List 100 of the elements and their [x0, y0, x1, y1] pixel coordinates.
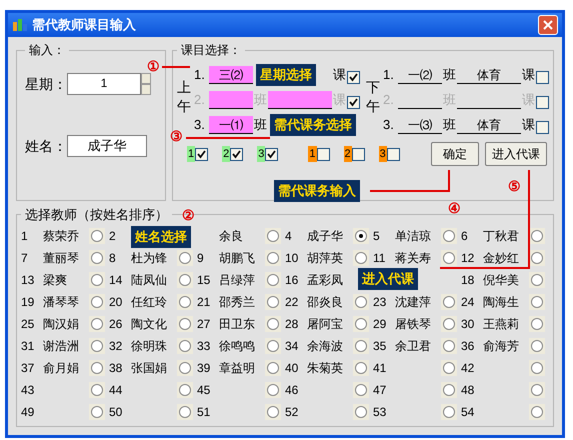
radio-button[interactable]: [441, 338, 457, 354]
class-field[interactable]: 三⑵: [209, 66, 253, 84]
radio-button[interactable]: [353, 316, 369, 332]
teacher-number: 53: [373, 404, 388, 420]
radio-button[interactable]: [441, 316, 457, 332]
radio-button[interactable]: [89, 316, 105, 332]
radio-button[interactable]: [89, 228, 105, 244]
radio-button[interactable]: [265, 360, 281, 376]
radio-button[interactable]: [441, 382, 457, 398]
radio-button[interactable]: [353, 228, 369, 244]
class-field[interactable]: 一⑶: [398, 116, 442, 134]
teacher-number: 13: [21, 272, 36, 288]
radio-button[interactable]: [353, 338, 369, 354]
teacher-number: 14: [109, 272, 124, 288]
class-field[interactable]: 一⑴: [209, 116, 253, 134]
teacher-name: 张国娟: [131, 360, 168, 376]
lesson-label: 课: [521, 116, 536, 134]
radio-button[interactable]: [177, 294, 193, 310]
checkbox[interactable]: [386, 148, 400, 160]
teacher-number: 7: [21, 250, 29, 266]
row-number: 1.: [193, 66, 206, 84]
teacher-name: 蒋关寿: [395, 250, 432, 266]
radio-button[interactable]: [177, 404, 193, 420]
teacher-name: 任红玲: [131, 294, 168, 310]
checkbox[interactable]: [352, 148, 365, 160]
checkbox[interactable]: [536, 71, 549, 84]
dialog-button[interactable]: 确定: [431, 142, 479, 166]
radio-button[interactable]: [177, 360, 193, 376]
radio-button[interactable]: [441, 360, 457, 376]
checkbox[interactable]: [347, 71, 360, 84]
radio-button[interactable]: [177, 272, 193, 288]
radio-button[interactable]: [177, 316, 193, 332]
radio-button[interactable]: [353, 294, 369, 310]
checkbox[interactable]: [316, 148, 330, 160]
radio-button[interactable]: [265, 272, 281, 288]
radio-button[interactable]: [529, 382, 545, 398]
radio-button[interactable]: [353, 404, 369, 420]
class-field[interactable]: 一⑵: [398, 66, 442, 84]
radio-button[interactable]: [441, 228, 457, 244]
radio-button[interactable]: [265, 250, 281, 266]
teacher-name: 陶汉娟: [43, 316, 80, 332]
radio-button[interactable]: [353, 360, 369, 376]
radio-button[interactable]: [265, 338, 281, 354]
teacher-number: 52: [285, 404, 300, 420]
teacher-name: 陶文化: [131, 316, 168, 332]
teacher-name: 章益明: [219, 360, 256, 376]
check-icon: [232, 150, 242, 158]
radio-button[interactable]: [529, 250, 545, 266]
radio-button[interactable]: [529, 338, 545, 354]
lesson-label: 课: [332, 90, 347, 108]
group-title: 课目选择：: [180, 42, 242, 59]
teacher-name: 朱菊英: [307, 360, 344, 376]
radio-button[interactable]: [89, 294, 105, 310]
radio-button[interactable]: [265, 316, 281, 332]
teacher-number: 37: [21, 360, 36, 376]
radio-button[interactable]: [89, 382, 105, 398]
radio-button[interactable]: [89, 404, 105, 420]
name-field[interactable]: 成子华: [67, 135, 147, 157]
checkbox[interactable]: [195, 148, 208, 160]
subject-field[interactable]: [268, 91, 332, 109]
checkbox[interactable]: [230, 148, 244, 160]
radio-button[interactable]: [89, 272, 105, 288]
dialog-button[interactable]: 进入代课: [485, 142, 547, 166]
radio-button[interactable]: [441, 250, 457, 266]
radio-button[interactable]: [529, 272, 545, 288]
radio-button[interactable]: [177, 338, 193, 354]
radio-button[interactable]: [441, 294, 457, 310]
period-tag: 1: [308, 146, 316, 162]
radio-button[interactable]: [177, 382, 193, 398]
checkbox[interactable]: [536, 121, 549, 134]
teacher-number: 4: [285, 228, 293, 244]
radio-button[interactable]: [529, 316, 545, 332]
teacher-name: 金妙红: [483, 250, 520, 266]
radio-button[interactable]: [353, 250, 369, 266]
row-number: 2.: [193, 90, 206, 108]
radio-button[interactable]: [89, 338, 105, 354]
radio-button[interactable]: [265, 294, 281, 310]
radio-button[interactable]: [529, 228, 545, 244]
teacher-name: 倪华美: [483, 272, 520, 288]
radio-button[interactable]: [529, 294, 545, 310]
subject-field[interactable]: 体育: [457, 66, 521, 84]
radio-button[interactable]: [353, 382, 369, 398]
radio-button[interactable]: [441, 404, 457, 420]
radio-button[interactable]: [265, 404, 281, 420]
radio-button[interactable]: [265, 382, 281, 398]
teacher-number: 8: [109, 250, 117, 266]
radio-button[interactable]: [177, 250, 193, 266]
close-button[interactable]: [538, 15, 558, 35]
teacher-number: 40: [285, 360, 300, 376]
radio-button[interactable]: [529, 404, 545, 420]
radio-button[interactable]: [529, 360, 545, 376]
side-label: 上午: [177, 78, 191, 115]
close-icon: [543, 20, 553, 30]
radio-button[interactable]: [265, 228, 281, 244]
radio-button[interactable]: [89, 360, 105, 376]
teacher-number: 22: [285, 294, 300, 310]
subject-field[interactable]: 体育: [457, 116, 521, 134]
checkbox[interactable]: [265, 148, 278, 160]
radio-button[interactable]: [89, 250, 105, 266]
teacher-number: 11: [373, 250, 386, 266]
